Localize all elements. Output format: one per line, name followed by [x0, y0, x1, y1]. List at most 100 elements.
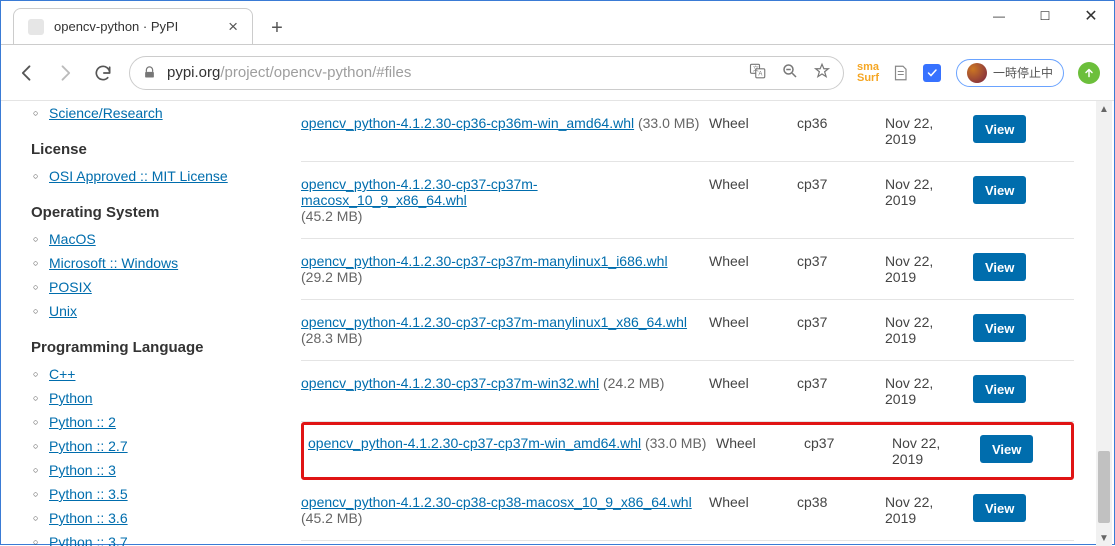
sidebar-link[interactable]: Python :: 3.7 [49, 530, 128, 546]
file-type: Wheel [709, 176, 789, 192]
avatar-icon [967, 63, 987, 83]
scroll-thumb[interactable] [1098, 451, 1110, 523]
bookmark-star-icon[interactable] [813, 62, 831, 83]
file-row: opencv_python-4.1.2.30-cp37-cp37m-macosx… [301, 162, 1074, 239]
profile-paused-chip[interactable]: 一時停止中 [956, 59, 1064, 87]
file-link[interactable]: opencv_python-4.1.2.30-cp36-cp36m-win_am… [301, 115, 634, 131]
ext-check-icon[interactable] [922, 63, 942, 83]
view-button[interactable]: View [973, 375, 1026, 403]
forward-button[interactable] [53, 61, 77, 85]
file-link[interactable]: opencv_python-4.1.2.30-cp37-cp37m-manyli… [301, 314, 687, 330]
file-pyver: cp37 [804, 435, 884, 451]
file-link[interactable]: opencv_python-4.1.2.30-cp37-cp37m-win32.… [301, 375, 599, 391]
sidebar-link[interactable]: Unix [49, 299, 77, 323]
file-row: opencv_python-4.1.2.30-cp37-cp37m-win_am… [301, 422, 1074, 480]
sidebar-item: C++ [49, 362, 287, 386]
view-button[interactable]: View [980, 435, 1033, 463]
file-pyver: cp37 [797, 314, 877, 330]
sidebar-item: MacOS [49, 227, 287, 251]
file-name-cell: opencv_python-4.1.2.30-cp37-cp37m-win32.… [301, 375, 701, 391]
svg-text:A: A [758, 72, 762, 78]
file-link[interactable]: opencv_python-4.1.2.30-cp38-cp38-macosx_… [301, 494, 692, 510]
translate-icon[interactable]: 文A [749, 62, 767, 83]
file-size: (45.2 MB) [301, 208, 362, 224]
view-button[interactable]: View [973, 314, 1026, 342]
sidebar-link[interactable]: Python :: 3 [49, 458, 116, 482]
file-pyver: cp37 [797, 253, 877, 269]
back-button[interactable] [15, 61, 39, 85]
zoom-icon[interactable] [781, 62, 799, 83]
file-size: (29.2 MB) [301, 269, 362, 285]
file-name-cell: opencv_python-4.1.2.30-cp38-cp38-macosx_… [301, 494, 701, 526]
file-size: (45.2 MB) [301, 510, 362, 526]
address-bar[interactable]: pypi.org/project/opencv-python/#files 文A [129, 56, 844, 90]
lock-icon [142, 65, 157, 80]
sidebar-link[interactable]: MacOS [49, 227, 96, 251]
file-name-cell: opencv_python-4.1.2.30-cp36-cp36m-win_am… [301, 115, 701, 131]
sidebar-item: Python :: 2 [49, 410, 287, 434]
omnibox-icons: 文A [749, 62, 831, 83]
file-row: opencv_python-4.1.2.30-cp36-cp36m-win_am… [301, 101, 1074, 162]
browser-tab[interactable]: opencv-python · PyPI × [13, 8, 253, 44]
view-button[interactable]: View [973, 115, 1026, 143]
view-button[interactable]: View [973, 253, 1026, 281]
file-name-cell: opencv_python-4.1.2.30-cp37-cp37m-manyli… [301, 253, 701, 285]
sidebar-link[interactable]: Python :: 2.7 [49, 434, 128, 458]
file-link[interactable]: opencv_python-4.1.2.30-cp37-cp37m-win_am… [308, 435, 641, 451]
window-close-button[interactable]: ✕ [1068, 1, 1114, 31]
tab-title: opencv-python · PyPI [54, 19, 218, 34]
sidebar-link[interactable]: Python [49, 386, 93, 410]
file-size: (33.0 MB) [634, 115, 699, 131]
sidebar-link[interactable]: Microsoft :: Windows [49, 251, 178, 275]
lang-header: Programming Language [31, 339, 287, 356]
file-date: Nov 22, 2019 [885, 253, 965, 285]
minimize-button[interactable]: — [976, 1, 1022, 31]
tabstrip: opencv-python · PyPI × + [1, 1, 293, 44]
sidebar-item: Python :: 3.7 [49, 530, 287, 546]
file-date: Nov 22, 2019 [885, 115, 965, 147]
file-date: Nov 22, 2019 [885, 176, 965, 208]
sidebar-link[interactable]: C++ [49, 362, 75, 386]
file-date: Nov 22, 2019 [885, 494, 965, 526]
page-scrollbar[interactable]: ▲ ▼ [1096, 101, 1112, 546]
file-pyver: cp36 [797, 115, 877, 131]
close-tab-icon[interactable]: × [228, 18, 238, 35]
reload-button[interactable] [91, 61, 115, 85]
url-text: pypi.org/project/opencv-python/#files [167, 64, 831, 81]
extension-icons: smaSurf [858, 63, 942, 83]
sidebar-item: Python :: 3.6 [49, 506, 287, 530]
sidebar-link[interactable]: Python :: 3.6 [49, 506, 128, 530]
file-pyver: cp37 [797, 176, 877, 192]
page-content: Science/Research License OSI Approved ::… [1, 101, 1114, 546]
file-size: (33.0 MB) [641, 435, 706, 451]
file-size: (24.2 MB) [599, 375, 664, 391]
file-pyver: cp38 [797, 494, 877, 510]
ext-note-icon[interactable] [890, 63, 910, 83]
new-tab-button[interactable]: + [261, 12, 293, 44]
file-size: (28.3 MB) [301, 330, 362, 346]
sidebar-item: Python :: 3 [49, 458, 287, 482]
maximize-button[interactable]: ☐ [1022, 1, 1068, 31]
sidebar-item: POSIX [49, 275, 287, 299]
file-type: Wheel [709, 253, 789, 269]
file-link[interactable]: opencv_python-4.1.2.30-cp37-cp37m-manyli… [301, 253, 668, 269]
file-type: Wheel [716, 435, 796, 451]
file-type: Wheel [709, 115, 789, 131]
scroll-down-icon[interactable]: ▼ [1096, 530, 1112, 546]
scroll-up-icon[interactable]: ▲ [1096, 101, 1112, 117]
sidebar-link[interactable]: OSI Approved :: MIT License [49, 164, 228, 188]
sidebar-link[interactable]: Science/Research [49, 101, 163, 125]
view-button[interactable]: View [973, 494, 1026, 522]
file-row: opencv_python-4.1.2.30-cp37-cp37m-manyli… [301, 239, 1074, 300]
file-link[interactable]: opencv_python-4.1.2.30-cp37-cp37m-macosx… [301, 176, 538, 208]
sidebar-link[interactable]: Python :: 2 [49, 410, 116, 434]
sidebar-link[interactable]: POSIX [49, 275, 92, 299]
favicon-icon [28, 19, 44, 35]
sidebar-item: Python [49, 386, 287, 410]
ext-surf-icon[interactable]: smaSurf [858, 63, 878, 83]
sidebar-link[interactable]: Python :: 3.5 [49, 482, 128, 506]
sidebar-item: Python :: 3.5 [49, 482, 287, 506]
view-button[interactable]: View [973, 176, 1026, 204]
update-indicator-icon[interactable] [1078, 62, 1100, 84]
file-pyver: cp37 [797, 375, 877, 391]
